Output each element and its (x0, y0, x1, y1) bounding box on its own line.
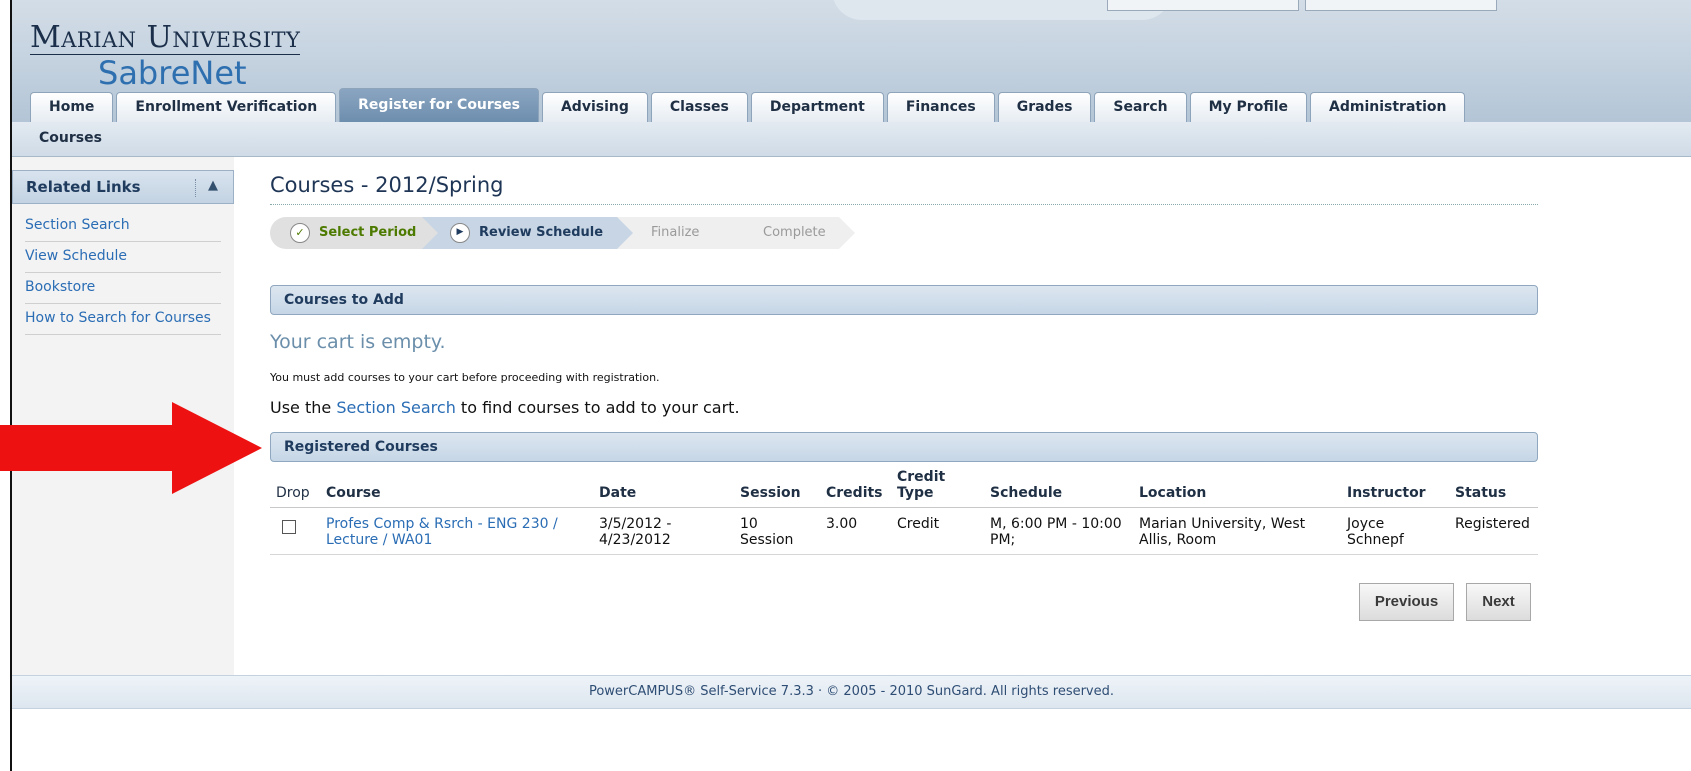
hint-suffix: to find courses to add to your cart. (455, 398, 740, 417)
play-icon: ▶ (450, 222, 470, 243)
main-tabs: Home Enrollment Verification Register fo… (30, 88, 1468, 122)
col-credit-type-line2: Type (897, 485, 934, 501)
triangle-up-icon[interactable]: ▲ (208, 178, 218, 193)
tab-administration[interactable]: Administration (1310, 92, 1466, 122)
university-logo: Marian University (30, 20, 301, 55)
page-title: Courses - 2012/Spring (270, 173, 1538, 205)
col-drop: Drop (270, 465, 320, 508)
footer-copyright: PowerCAMPUS® Self-Service 7.3.3 · © 2005… (588, 684, 1115, 699)
session-cell: 10 Session (734, 507, 820, 555)
header-field-2[interactable] (1305, 0, 1497, 11)
drop-checkbox[interactable] (282, 520, 296, 534)
sidebar-link-how-to-search[interactable]: How to Search for Courses (25, 305, 221, 335)
credit-type-cell: Credit (891, 507, 984, 555)
subnav-item-courses[interactable]: Courses (39, 130, 102, 146)
table-row: Profes Comp & Rsrch - ENG 230 / Lecture … (270, 507, 1538, 555)
section-search-hint: Use the Section Search to find courses t… (270, 398, 740, 417)
col-credits: Credits (820, 465, 891, 508)
course-link[interactable]: Profes Comp & Rsrch - ENG 230 / Lecture … (326, 516, 558, 548)
tab-enrollment-verification[interactable]: Enrollment Verification (116, 92, 337, 122)
location-cell: Marian University, West Allis, Room (1133, 507, 1341, 555)
col-date: Date (593, 465, 734, 508)
tab-register-for-courses[interactable]: Register for Courses (339, 88, 539, 122)
cart-empty-message: Your cart is empty. (270, 331, 446, 353)
wizard-step-review-schedule: ▶ Review Schedule (422, 217, 633, 249)
drop-cell (270, 507, 320, 555)
schedule-cell: M, 6:00 PM - 10:00 PM; (984, 507, 1133, 555)
col-instructor: Instructor (1341, 465, 1449, 508)
registration-wizard: ✓ Select Period ▶ Review Schedule Finalize… (270, 217, 855, 251)
cart-note: You must add courses to your cart before… (270, 371, 660, 384)
red-arrow-annotation (0, 402, 262, 494)
check-icon: ✓ (290, 222, 310, 243)
wizard-step-finalize: Finalize (617, 217, 745, 249)
col-course: Course (320, 465, 593, 508)
hint-prefix: Use the (270, 398, 337, 417)
previous-button[interactable]: Previous (1359, 583, 1454, 621)
arrow-shape (0, 402, 262, 494)
wizard-step-complete: Complete (729, 217, 855, 249)
sidebar-link-view-schedule[interactable]: View Schedule (25, 243, 221, 273)
app-window: Marian University SabreNet Home Enrollme… (10, 0, 1691, 771)
instructor-cell: Joyce Schnepf (1341, 507, 1449, 555)
col-credit-type: Credit Type (891, 465, 984, 508)
wizard-step-label: Review Schedule (479, 225, 604, 240)
sub-navigation: Courses (12, 122, 1691, 157)
header-field-1[interactable] (1107, 0, 1299, 11)
tab-home[interactable]: Home (30, 92, 114, 122)
product-logo: SabreNet (98, 54, 247, 92)
status-cell: Registered (1449, 507, 1538, 555)
next-button[interactable]: Next (1466, 583, 1531, 621)
wizard-step-label: Select Period (319, 225, 417, 240)
page-footer: PowerCAMPUS® Self-Service 7.3.3 · © 2005… (12, 675, 1691, 709)
registered-courses-table: Drop Course Date Session Credits Credit T… (270, 465, 1538, 555)
related-links-list: Section Search View Schedule Bookstore H… (25, 212, 221, 336)
col-schedule: Schedule (984, 465, 1133, 508)
main-content: Courses - 2012/Spring ✓ Select Period ▶ Re… (270, 157, 1538, 675)
credits-cell: 3.00 (820, 507, 891, 555)
section-search-link[interactable]: Section Search (336, 398, 456, 417)
tab-department[interactable]: Department (750, 92, 884, 122)
tab-search[interactable]: Search (1094, 92, 1187, 122)
sidebar-link-section-search[interactable]: Section Search (25, 212, 221, 242)
col-location: Location (1133, 465, 1341, 508)
tab-classes[interactable]: Classes (650, 92, 748, 122)
col-status: Status (1449, 465, 1538, 508)
course-cell: Profes Comp & Rsrch - ENG 230 / Lecture … (320, 507, 593, 555)
wizard-step-select-period[interactable]: ✓ Select Period (270, 217, 438, 249)
table-header-row: Drop Course Date Session Credits Credit T… (270, 465, 1538, 508)
related-links-title: Related Links (26, 178, 141, 196)
courses-to-add-header: Courses to Add (270, 285, 1538, 315)
tab-finances[interactable]: Finances (886, 92, 995, 122)
site-header: Marian University SabreNet Home Enrollme… (12, 0, 1691, 123)
header-top-fields (1107, 0, 1497, 12)
tab-grades[interactable]: Grades (997, 92, 1092, 122)
col-session: Session (734, 465, 820, 508)
related-links-header[interactable]: Related Links ▲ (12, 170, 234, 204)
university-name: Marian University (30, 20, 301, 55)
wizard-step-label: Finalize (651, 225, 700, 240)
tab-my-profile[interactable]: My Profile (1189, 92, 1307, 122)
col-credit-type-line1: Credit (897, 469, 946, 485)
wizard-step-label: Complete (763, 225, 826, 240)
date-cell: 3/5/2012 - 4/23/2012 (593, 507, 734, 555)
tab-advising[interactable]: Advising (541, 92, 648, 122)
registered-courses-header: Registered Courses (270, 432, 1538, 462)
header-divider (195, 179, 196, 197)
sidebar-link-bookstore[interactable]: Bookstore (25, 274, 221, 304)
